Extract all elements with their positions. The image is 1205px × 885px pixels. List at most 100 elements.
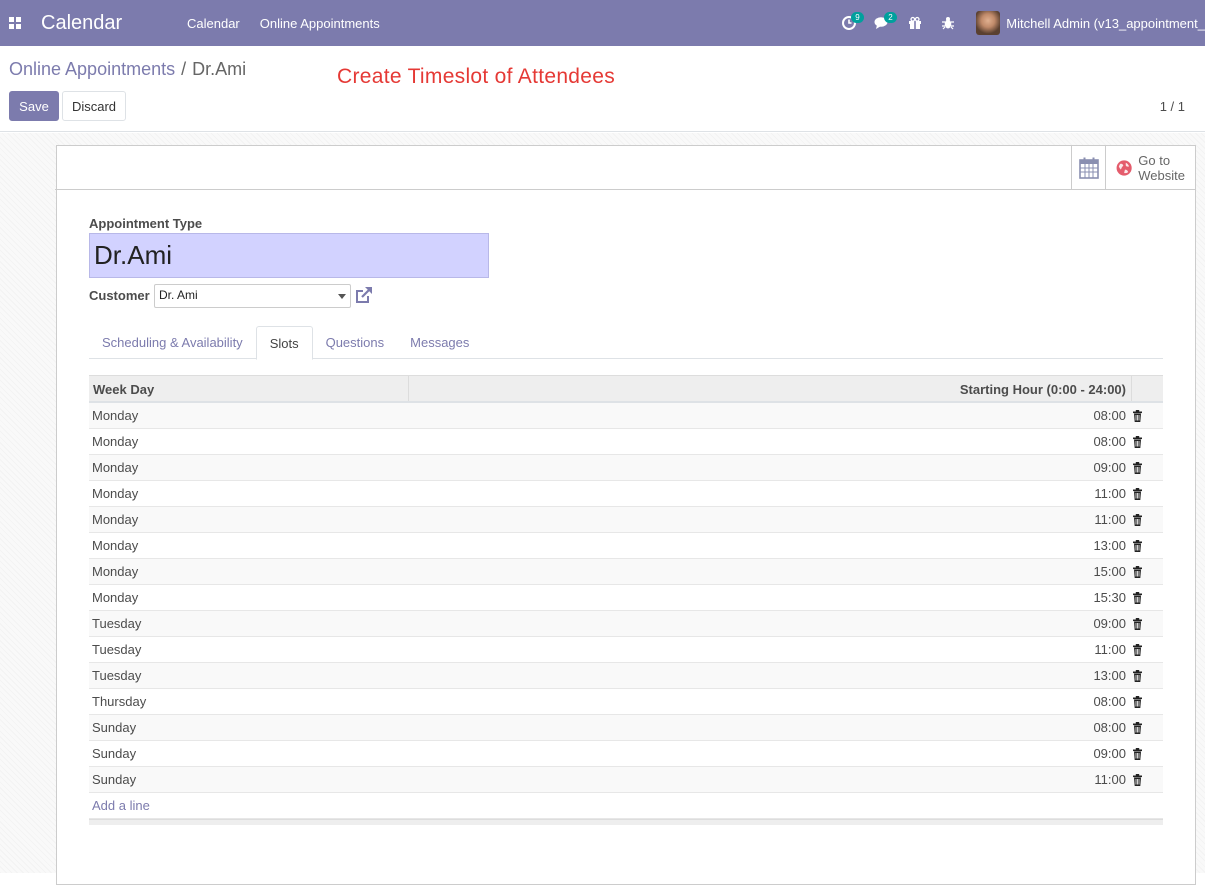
week-day-cell[interactable]: Tuesday: [89, 642, 409, 657]
customer-field[interactable]: Dr. Ami: [154, 284, 351, 308]
tab-messages[interactable]: Messages: [397, 326, 482, 359]
trash-icon[interactable]: [1127, 617, 1163, 630]
trash-icon[interactable]: [1127, 669, 1163, 682]
week-day-cell[interactable]: Sunday: [89, 746, 409, 761]
table-row[interactable]: Monday 08:00: [89, 403, 1163, 429]
external-link-icon[interactable]: [354, 285, 374, 305]
menu-item-calendar[interactable]: Calendar: [187, 16, 240, 31]
customer-label: Customer: [89, 288, 150, 303]
week-day-cell[interactable]: Monday: [89, 564, 409, 579]
pager-value[interactable]: 1 / 1: [1160, 99, 1185, 114]
discard-button[interactable]: Discard: [62, 91, 126, 121]
slots-table-body: Monday 08:00 Monday 08:00 Monday 09:00 Monday 1…: [89, 403, 1163, 793]
form-tabs: Scheduling & Availability Slots Question…: [89, 326, 1163, 360]
table-row[interactable]: Sunday 09:00: [89, 741, 1163, 767]
table-row[interactable]: Thursday 08:00: [89, 689, 1163, 715]
tab-scheduling-availability[interactable]: Scheduling & Availability: [89, 326, 256, 359]
breadcrumb: Online Appointments / Dr.Ami: [9, 59, 246, 80]
trash-icon[interactable]: [1127, 539, 1163, 552]
starting-hour-cell[interactable]: 11:00: [409, 642, 1127, 657]
trash-icon[interactable]: [1127, 773, 1163, 786]
starting-hour-cell[interactable]: 09:00: [409, 746, 1127, 761]
activity-button[interactable]: 9: [832, 0, 865, 46]
trash-icon[interactable]: [1127, 487, 1163, 500]
appointment-name-input[interactable]: Dr.Ami: [89, 233, 489, 278]
column-header-delete: [1132, 376, 1163, 401]
week-day-cell[interactable]: Thursday: [89, 694, 409, 709]
save-button[interactable]: Save: [9, 91, 59, 121]
table-row[interactable]: Sunday 11:00: [89, 767, 1163, 793]
week-day-cell[interactable]: Sunday: [89, 772, 409, 787]
chevron-down-icon[interactable]: [338, 294, 346, 299]
starting-hour-cell[interactable]: 15:30: [409, 590, 1127, 605]
breadcrumb-current: Dr.Ami: [192, 59, 247, 79]
trash-icon[interactable]: [1127, 591, 1163, 604]
add-line-link[interactable]: Add a line: [89, 793, 1163, 819]
trash-icon[interactable]: [1127, 721, 1163, 734]
breadcrumb-separator: /: [181, 59, 187, 79]
go-to-website-button[interactable]: Go to Website: [1105, 146, 1195, 189]
starting-hour-cell[interactable]: 08:00: [409, 434, 1127, 449]
tab-slots[interactable]: Slots: [255, 326, 313, 360]
gift-button[interactable]: [898, 0, 931, 46]
table-row[interactable]: Tuesday 13:00: [89, 663, 1163, 689]
menu-item-online-appointments[interactable]: Online Appointments: [260, 16, 380, 31]
table-row[interactable]: Monday 08:00: [89, 429, 1163, 455]
starting-hour-cell[interactable]: 11:00: [409, 486, 1127, 501]
starting-hour-cell[interactable]: 09:00: [409, 460, 1127, 475]
starting-hour-cell[interactable]: 08:00: [409, 694, 1127, 709]
starting-hour-cell[interactable]: 11:00: [409, 772, 1127, 787]
week-day-cell[interactable]: Tuesday: [89, 616, 409, 631]
week-day-cell[interactable]: Monday: [89, 512, 409, 527]
messages-button[interactable]: 2: [865, 0, 898, 46]
table-row[interactable]: Monday 15:00: [89, 559, 1163, 585]
starting-hour-cell[interactable]: 13:00: [409, 668, 1127, 683]
trash-icon[interactable]: [1127, 513, 1163, 526]
column-header-starting-hour[interactable]: Starting Hour (0:00 - 24:00): [409, 376, 1132, 401]
apps-menu-icon[interactable]: [0, 0, 30, 46]
week-day-cell[interactable]: Monday: [89, 538, 409, 553]
table-row[interactable]: Monday 13:00: [89, 533, 1163, 559]
breadcrumb-online-appointments[interactable]: Online Appointments: [9, 59, 175, 79]
appointment-type-label: Appointment Type: [89, 216, 203, 231]
week-day-cell[interactable]: Monday: [89, 590, 409, 605]
table-row[interactable]: Monday 11:00: [89, 481, 1163, 507]
trash-icon[interactable]: [1127, 565, 1163, 578]
calendar-button[interactable]: [1071, 146, 1105, 189]
go-to-website-line1: Go to: [1138, 152, 1171, 168]
avatar[interactable]: [976, 11, 1001, 35]
table-row[interactable]: Monday 15:30: [89, 585, 1163, 611]
week-day-cell[interactable]: Monday: [89, 486, 409, 501]
week-day-cell[interactable]: Monday: [89, 460, 409, 475]
trash-icon[interactable]: [1127, 643, 1163, 656]
trash-icon[interactable]: [1127, 695, 1163, 708]
table-row[interactable]: Monday 09:00: [89, 455, 1163, 481]
week-day-cell[interactable]: Monday: [89, 434, 409, 449]
user-menu[interactable]: Mitchell Admin (v13_appointment_: [1006, 16, 1205, 31]
slots-table: Week Day Starting Hour (0:00 - 24:00) Mo…: [89, 375, 1163, 825]
trash-icon[interactable]: [1127, 461, 1163, 474]
starting-hour-cell[interactable]: 13:00: [409, 538, 1127, 553]
table-row[interactable]: Monday 11:00: [89, 507, 1163, 533]
starting-hour-cell[interactable]: 11:00: [409, 512, 1127, 527]
trash-icon[interactable]: [1127, 435, 1163, 448]
form-sheet: Go to Website Appointment Type Dr.Ami Cu…: [55, 145, 1196, 885]
trash-icon[interactable]: [1127, 409, 1163, 422]
debug-button[interactable]: [931, 0, 964, 46]
tab-questions[interactable]: Questions: [313, 326, 398, 359]
table-row[interactable]: Tuesday 11:00: [89, 637, 1163, 663]
week-day-cell[interactable]: Sunday: [89, 720, 409, 735]
column-header-week-day[interactable]: Week Day: [89, 376, 409, 401]
starting-hour-cell[interactable]: 08:00: [409, 408, 1127, 423]
calendar-icon: [1078, 157, 1099, 179]
starting-hour-cell[interactable]: 09:00: [409, 616, 1127, 631]
customer-value: Dr. Ami: [159, 288, 198, 302]
starting-hour-cell[interactable]: 08:00: [409, 720, 1127, 735]
go-to-website-line2: Website: [1138, 167, 1185, 183]
table-row[interactable]: Sunday 08:00: [89, 715, 1163, 741]
table-row[interactable]: Tuesday 09:00: [89, 611, 1163, 637]
week-day-cell[interactable]: Tuesday: [89, 668, 409, 683]
starting-hour-cell[interactable]: 15:00: [409, 564, 1127, 579]
trash-icon[interactable]: [1127, 747, 1163, 760]
week-day-cell[interactable]: Monday: [89, 408, 409, 423]
